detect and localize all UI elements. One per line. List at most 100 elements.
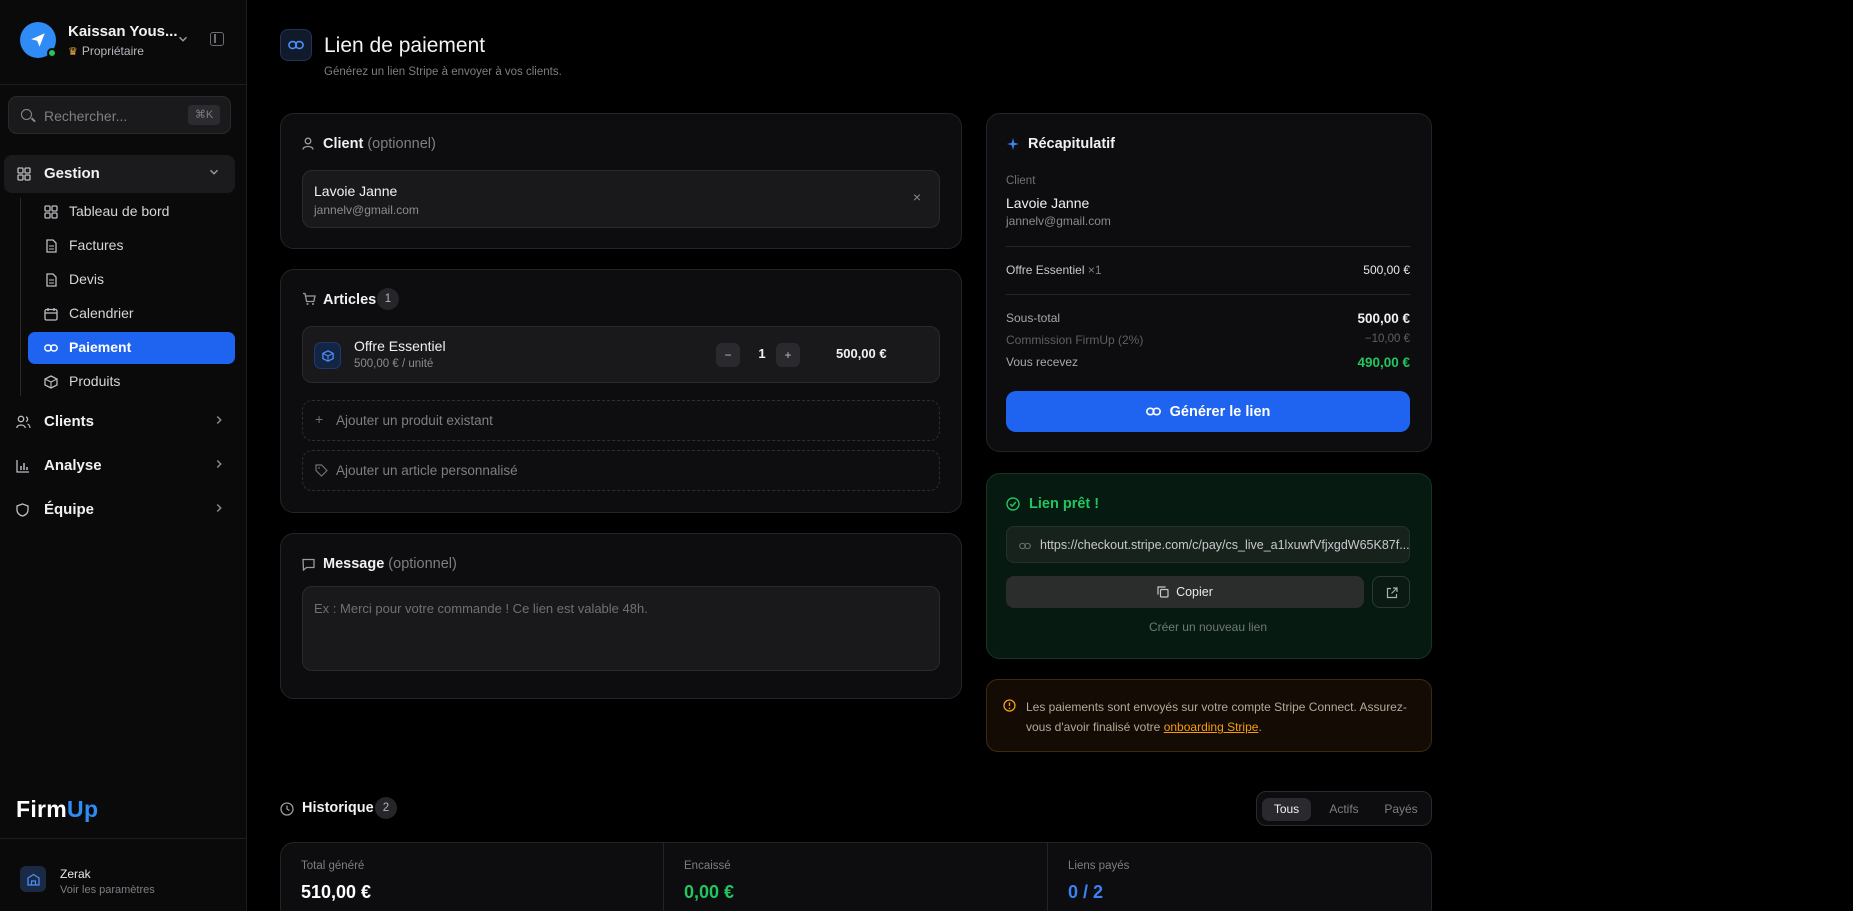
summary-item-label: Offre Essentiel: [1006, 263, 1085, 277]
search-input[interactable]: Rechercher... ⌘K: [8, 96, 231, 134]
articles-count-badge: 1: [377, 288, 399, 310]
history-stats: [280, 842, 1432, 911]
commission-row: Commission FirmUp (2%) −10,00 €: [1006, 333, 1410, 347]
sidebar-item-equipe[interactable]: Équipe: [14, 496, 234, 524]
profile-switcher[interactable]: Kaissan Yous... ♛ Propriétaire: [0, 0, 247, 85]
filter-payes[interactable]: Payés: [1375, 798, 1427, 821]
calendar-icon: [44, 308, 58, 321]
grid-icon: [17, 167, 31, 181]
generate-link-button[interactable]: Générer le lien: [1006, 391, 1410, 432]
summary-item-qty: ×1: [1087, 263, 1102, 277]
link-icon: [1019, 542, 1031, 550]
building-icon: [26, 873, 40, 886]
warning-end: .: [1258, 720, 1262, 734]
external-link-icon: [1386, 587, 1398, 599]
client-card-title: Client (optionnel): [323, 136, 436, 152]
cart-icon: [303, 292, 316, 305]
message-placeholder: Ex : Merci pour votre commande ! Ce lien…: [314, 601, 648, 616]
sidebar-item-paiement[interactable]: Paiement: [28, 332, 235, 364]
sidebar-item-analyse[interactable]: Analyse: [14, 452, 234, 480]
page-subtitle: Générez un lien Stripe à envoyer à vos c…: [324, 66, 562, 78]
stripe-warning: Les paiements sont envoyés sur votre com…: [986, 679, 1432, 752]
sidebar-item-label: Clients: [44, 413, 95, 430]
optional-label: (optionnel): [388, 556, 457, 572]
article-unit-price: 500,00 € / unité: [354, 358, 434, 370]
sidebar-item-calendrier[interactable]: Calendrier: [28, 298, 235, 330]
workspace-icon: [20, 866, 46, 892]
chevron-down-icon[interactable]: [176, 32, 190, 46]
link-ready-title: Lien prêt !: [1029, 496, 1100, 512]
product-icon-box: [314, 342, 341, 369]
summary-client-name: Lavoie Janne: [1006, 195, 1090, 211]
sidebar: Kaissan Yous... ♛ Propriétaire Rechercher…: [0, 0, 247, 911]
sidebar-collapse-icon[interactable]: [210, 32, 224, 46]
add-existing-label: Ajouter un produit existant: [336, 413, 493, 428]
search-placeholder: Rechercher...: [44, 108, 128, 124]
open-link-button[interactable]: [1372, 576, 1410, 608]
history-title: Historique: [302, 800, 374, 816]
stat-paid-label: Liens payés: [1068, 860, 1130, 872]
optional-label: (optionnel): [367, 136, 436, 152]
user-icon: [302, 137, 314, 150]
article-qty[interactable]: 1: [752, 346, 772, 361]
divider: [1047, 842, 1048, 911]
bar-chart-icon: [16, 460, 29, 473]
increase-qty-button[interactable]: +: [776, 343, 800, 367]
receive-value: 490,00 €: [1357, 355, 1410, 370]
payment-url-field[interactable]: https://checkout.stripe.com/c/pay/cs_liv…: [1006, 526, 1410, 563]
sidebar-item-label: Tableau de bord: [69, 203, 170, 219]
payment-url: https://checkout.stripe.com/c/pay/cs_liv…: [1040, 538, 1410, 552]
alert-circle-icon: [1003, 699, 1016, 712]
copy-icon: [1157, 586, 1169, 598]
subtotal-label: Sous-total: [1006, 311, 1061, 325]
client-email: jannelv@gmail.com: [314, 203, 419, 217]
client-name: Lavoie Janne: [314, 183, 398, 199]
avatar: [20, 22, 57, 58]
sidebar-item-tableau-de-bord[interactable]: Tableau de bord: [28, 196, 235, 228]
selected-client[interactable]: Lavoie Janne jannelv@gmail.com ×: [302, 170, 940, 228]
sidebar-item-devis[interactable]: Devis: [28, 264, 235, 296]
chevron-down-icon: [209, 169, 219, 175]
filter-actifs[interactable]: Actifs: [1316, 798, 1372, 821]
stat-total-value: 510,00 €: [301, 882, 372, 902]
workspace-settings-link: Voir les paramètres: [60, 884, 155, 896]
filter-tous[interactable]: Tous: [1262, 798, 1311, 821]
decrease-qty-button[interactable]: −: [716, 343, 740, 367]
file-text-icon: [46, 273, 57, 287]
add-custom-article-button[interactable]: Ajouter un article personnalisé: [302, 450, 940, 491]
remove-client-button[interactable]: ×: [913, 189, 921, 205]
create-new-link-button[interactable]: Créer un nouveau lien: [1006, 620, 1410, 634]
sidebar-item-label: Paiement: [69, 339, 132, 355]
brand-part-1: Firm: [16, 796, 68, 822]
search-icon: [21, 109, 32, 120]
tag-icon: [315, 464, 328, 477]
commission-value: −10,00 €: [1364, 333, 1410, 345]
divider: [1006, 294, 1410, 295]
online-status-dot: [47, 48, 57, 58]
summary-client-email: jannelv@gmail.com: [1006, 214, 1111, 228]
sidebar-item-factures[interactable]: Factures: [28, 230, 235, 262]
add-custom-label: Ajouter un article personnalisé: [336, 463, 518, 478]
link-icon: [288, 40, 304, 50]
sidebar-item-label: Factures: [69, 237, 124, 253]
stat-paid-value: 0 / 2: [1068, 882, 1104, 902]
chevron-right-icon: [216, 415, 222, 425]
package-icon: [44, 375, 58, 389]
message-icon: [302, 558, 315, 571]
search-shortcut: ⌘K: [188, 105, 220, 125]
onboarding-stripe-link[interactable]: onboarding Stripe: [1164, 720, 1259, 734]
history-filters: Tous Actifs Payés: [1256, 791, 1432, 826]
nav-group-gestion[interactable]: Gestion: [4, 155, 235, 193]
copy-link-label: Copier: [1176, 585, 1213, 599]
sidebar-item-clients[interactable]: Clients: [14, 408, 234, 436]
nav-tree-line: [20, 198, 21, 396]
sidebar-item-produits[interactable]: Produits: [28, 366, 235, 398]
plus-icon: +: [315, 411, 324, 427]
workspace-settings[interactable]: Zerak Voir les paramètres: [0, 838, 247, 911]
receive-label: Vous recevez: [1006, 355, 1079, 369]
message-textarea[interactable]: Ex : Merci pour votre commande ! Ce lien…: [302, 586, 940, 671]
copy-link-button[interactable]: Copier: [1006, 576, 1364, 608]
add-existing-product-button[interactable]: + Ajouter un produit existant: [302, 400, 940, 441]
message-card-title-label: Message: [323, 556, 385, 572]
summary-client-label: Client: [1006, 175, 1036, 187]
